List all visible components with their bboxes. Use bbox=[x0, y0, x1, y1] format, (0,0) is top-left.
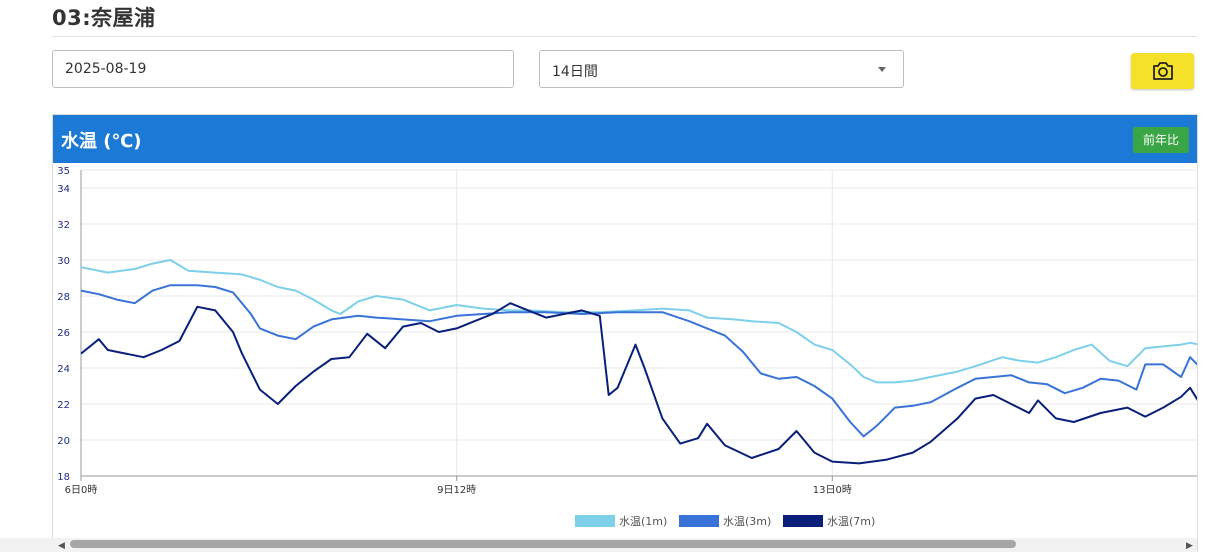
legend-label-3: 水温(7m) bbox=[827, 515, 875, 528]
x-tick-label: 13日0時 bbox=[813, 484, 852, 496]
chart-grid bbox=[80, 169, 1197, 477]
camera-icon bbox=[1153, 62, 1173, 80]
water-temperature-chart: 18 20 22 24 26 28 30 32 34 35 6日0時 9日12時 13日0時水温(1m)… bbox=[57, 166, 1197, 528]
page-title: 03:奈屋浦 bbox=[52, 6, 156, 30]
screenshot-button[interactable] bbox=[1131, 53, 1194, 89]
y-tick-label: 30 bbox=[57, 256, 70, 267]
x-tick-label: 6日0時 bbox=[65, 484, 98, 496]
y-tick-label: 18 bbox=[57, 472, 70, 483]
y-tick-label: 24 bbox=[57, 364, 70, 375]
y-tick-label: 34 bbox=[57, 184, 70, 195]
previous-year-compare-button[interactable]: 前年比 bbox=[1132, 127, 1189, 153]
chart-legend: 水温(1m) 水温(3m) 水温(7m) bbox=[575, 515, 875, 528]
period-select[interactable]: 14日間 bbox=[539, 50, 904, 88]
chart-panel: 水温 (℃) 前年比 18 20 22 24 26 28 30 32 34 35 6日0時 9日12時… bbox=[52, 114, 1198, 552]
y-tick-label: 28 bbox=[57, 292, 70, 303]
title-divider bbox=[52, 36, 1197, 37]
legend-swatch-1 bbox=[575, 515, 615, 527]
scrollbar-thumb[interactable] bbox=[70, 540, 1016, 548]
chevron-down-icon bbox=[878, 67, 886, 72]
y-tick-label: 35 bbox=[57, 166, 70, 177]
chart-title: 水温 (℃) bbox=[61, 131, 142, 152]
date-input[interactable] bbox=[52, 50, 514, 88]
series-line-2 bbox=[80, 284, 1197, 438]
period-select-value: 14日間 bbox=[552, 64, 598, 80]
y-tick-label: 20 bbox=[57, 436, 70, 447]
y-tick-label: 26 bbox=[57, 328, 70, 339]
legend-label-1: 水温(1m) bbox=[619, 515, 667, 528]
legend-swatch-3 bbox=[783, 515, 823, 527]
scroll-left-arrow-icon[interactable]: ◀ bbox=[58, 541, 65, 551]
chart-panel-header: 水温 (℃) 前年比 bbox=[53, 115, 1197, 163]
y-tick-label: 22 bbox=[57, 400, 70, 411]
y-tick-label: 32 bbox=[57, 220, 70, 231]
legend-swatch-2 bbox=[679, 515, 719, 527]
series-line-1 bbox=[80, 259, 1197, 384]
legend-label-2: 水温(3m) bbox=[723, 515, 771, 528]
x-tick-label: 9日12時 bbox=[437, 484, 476, 496]
scroll-right-arrow-icon[interactable]: ▶ bbox=[1186, 541, 1193, 551]
